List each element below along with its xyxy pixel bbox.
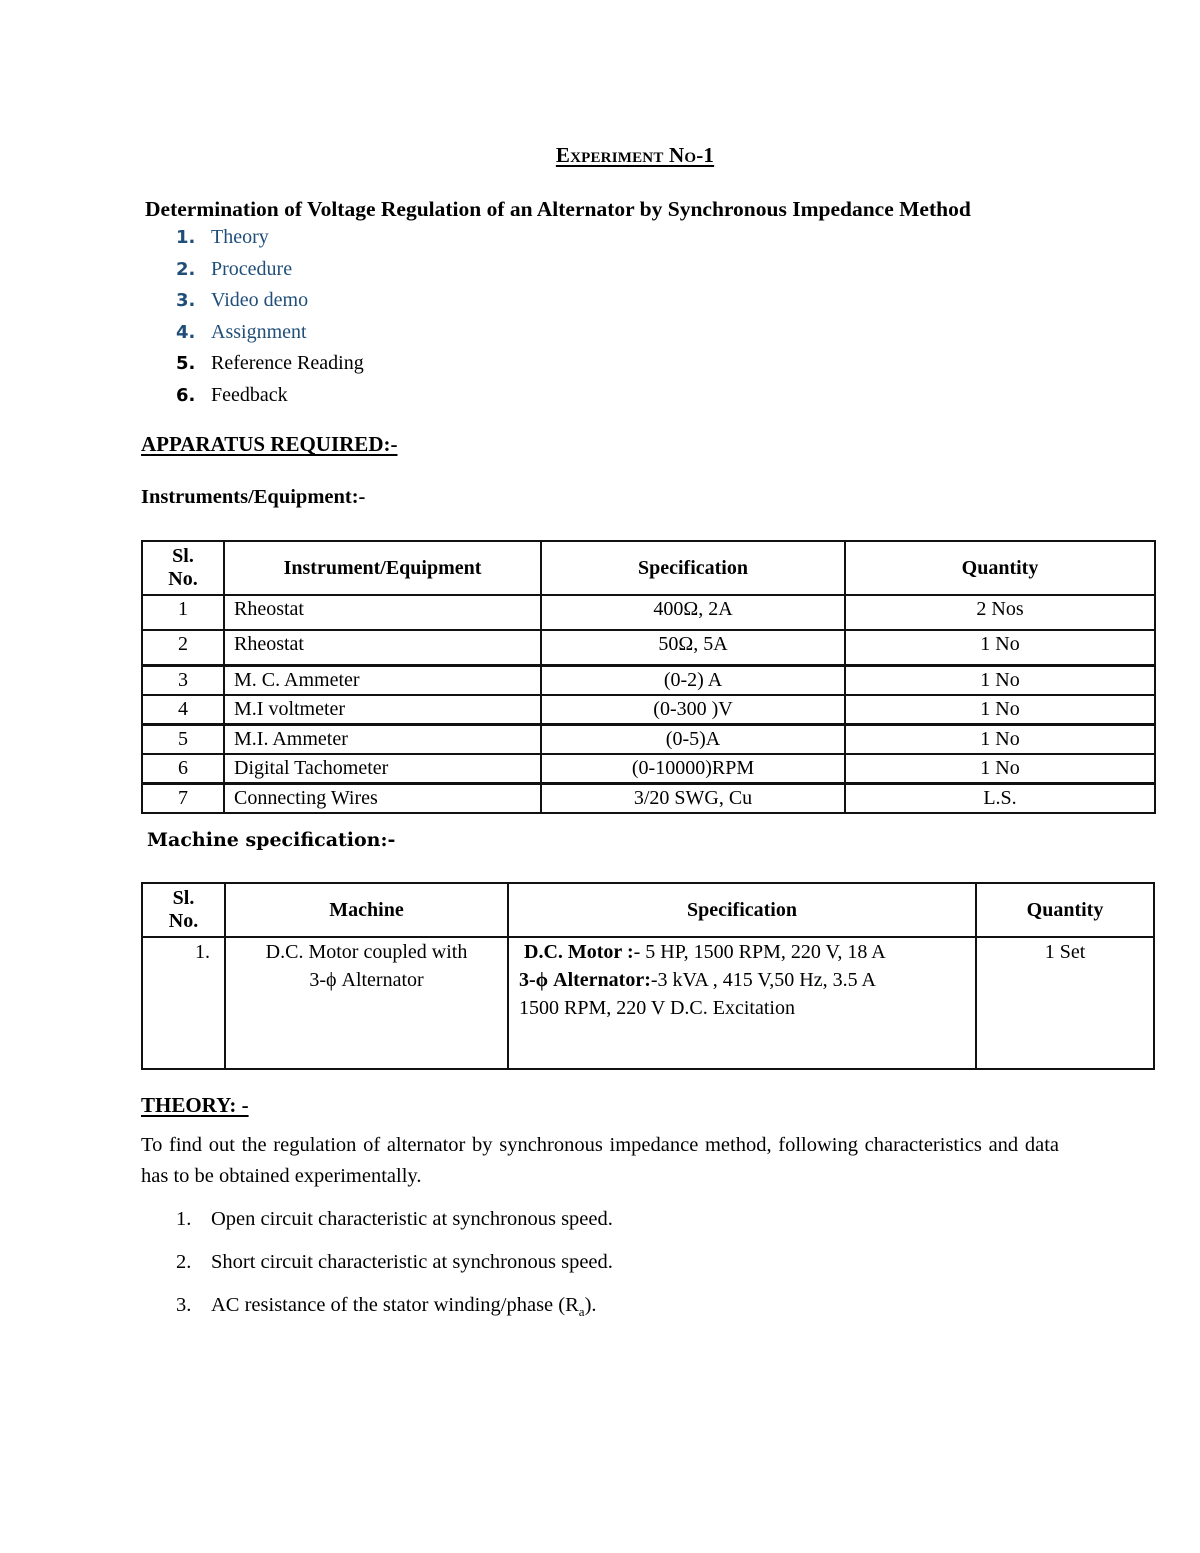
toc-item-theory[interactable]: 1. Theory — [176, 222, 364, 254]
toc-number: 3. — [176, 290, 196, 312]
header-quantity: Quantity — [975, 882, 1155, 938]
toc-number: 2. — [176, 258, 196, 280]
cell-quantity: 1 No — [844, 723, 1156, 755]
cell-instrument: Digital Tachometer — [223, 753, 542, 785]
instruments-table: Sl. No. Instrument/Equipment Specificati… — [141, 540, 1156, 814]
toc-link-assignment[interactable]: Assignment — [211, 321, 307, 343]
theory-item-number: 3. — [176, 1294, 192, 1316]
header-quantity: Quantity — [844, 540, 1156, 596]
machine-spec-heading: Machine specification:- — [147, 829, 396, 851]
cell-specification: (0-5)A — [540, 723, 846, 755]
spec-excitation-line: 1500 RPM, 220 V D.C. Excitation — [519, 997, 795, 1019]
instruments-heading: Instruments/Equipment:- — [141, 486, 366, 508]
toc-item-reference-reading: 5. Reference Reading — [176, 348, 364, 380]
cell-instrument: M. C. Ammeter — [223, 664, 542, 696]
table-row: 4 M.I voltmeter (0-300 )V 1 No — [141, 694, 1156, 726]
cell-sl-no: 5 — [141, 723, 225, 755]
cell-sl-no: 1 — [141, 594, 225, 631]
theory-item-number: 1. — [176, 1208, 192, 1230]
header-sl-no: Sl. No. — [141, 540, 225, 596]
toc-item-feedback: 6. Feedback — [176, 380, 364, 412]
theory-heading: THEORY: - — [141, 1093, 249, 1117]
table-row: 2 Rheostat 50Ω, 5A 1 No — [141, 629, 1156, 667]
cell-sl-no: 7 — [141, 782, 225, 814]
toc-number: 4. — [176, 321, 196, 343]
cell-sl-no: 4 — [141, 694, 225, 726]
machine-line-2: 3-ϕ Alternator — [309, 969, 424, 991]
spec-alternator-label: 3-ϕ Alternator: — [519, 969, 651, 991]
spec-motor-value: - 5 HP, 1500 RPM, 220 V, 18 A — [633, 941, 886, 963]
cell-sl-no: 6 — [141, 753, 225, 785]
cell-instrument: Rheostat — [223, 629, 542, 667]
contents-list: 1. Theory 2. Procedure 3. Video demo 4. Assi… — [176, 222, 364, 412]
theory-item-text: Open circuit characteristic at synchrono… — [211, 1208, 613, 1230]
theory-paragraph: To find out the regulation of alternator… — [141, 1134, 1059, 1187]
apparatus-heading: APPARATUS REQUIRED:- — [141, 432, 398, 456]
machine-line-1: D.C. Motor coupled with — [265, 941, 468, 963]
cell-quantity: 1 No — [844, 694, 1156, 726]
cell-instrument: M.I voltmeter — [223, 694, 542, 726]
cell-quantity: 1 No — [844, 664, 1156, 696]
table-row: 6 Digital Tachometer (0-10000)RPM 1 No — [141, 753, 1156, 785]
cell-specification: (0-2) A — [540, 664, 846, 696]
toc-link-procedure[interactable]: Procedure — [211, 258, 292, 280]
cell-specification: 50Ω, 5A — [540, 629, 846, 667]
cell-machine: D.C. Motor coupled with 3-ϕ Alternator — [224, 936, 509, 1070]
toc-label-reference-reading: Reference Reading — [211, 352, 364, 375]
theory-item-text: Short circuit characteristic at synchron… — [211, 1251, 613, 1273]
theory-item-text: AC resistance of the stator winding/phas… — [211, 1294, 579, 1316]
spec-alternator-line: 3-ϕ Alternator:-3 kVA , 415 V,50 Hz, 3.5… — [519, 966, 975, 994]
cell-specification: 400Ω, 2A — [540, 594, 846, 631]
cell-quantity: 2 Nos — [844, 594, 1156, 631]
cell-specification: D.C. Motor :- 5 HP, 1500 RPM, 220 V, 18 … — [507, 936, 977, 1070]
toc-number: 5. — [176, 353, 196, 375]
header-instrument: Instrument/Equipment — [223, 540, 542, 596]
header-specification: Specification — [540, 540, 846, 596]
toc-number: 1. — [176, 227, 196, 248]
cell-quantity: 1 Set — [975, 936, 1155, 1070]
spec-motor-label: D.C. Motor : — [524, 941, 634, 963]
theory-item: 3. AC resistance of the stator winding/ph… — [176, 1289, 613, 1332]
table-header-row: Sl. No. Machine Specification Quantity — [141, 882, 1155, 938]
theory-item-text-end: ). — [584, 1294, 597, 1316]
table-header-row: Sl. No. Instrument/Equipment Specificati… — [141, 540, 1156, 596]
table-row: 5 M.I. Ammeter (0-5)A 1 No — [141, 723, 1156, 755]
toc-item-procedure[interactable]: 2. Procedure — [176, 254, 364, 286]
table-row: 7 Connecting Wires 3/20 SWG, Cu L.S. — [141, 782, 1156, 814]
cell-specification: 3/20 SWG, Cu — [540, 782, 846, 814]
toc-link-video-demo[interactable]: Video demo — [211, 289, 308, 311]
cell-quantity: 1 No — [844, 753, 1156, 785]
header-machine: Machine — [224, 882, 509, 938]
table-row: 1 Rheostat 400Ω, 2A 2 Nos — [141, 594, 1156, 631]
experiment-title: Experiment No-1 — [555, 143, 715, 167]
toc-link-theory[interactable]: Theory — [211, 226, 269, 248]
cell-specification: (0-300 )V — [540, 694, 846, 726]
cell-sl-no: 2 — [141, 629, 225, 667]
header-specification: Specification — [507, 882, 977, 938]
table-row: 3 M. C. Ammeter (0-2) A1 No — [141, 664, 1156, 696]
toc-item-video-demo[interactable]: 3. Video demo — [176, 285, 364, 317]
cell-sl-no: 3 — [141, 664, 225, 696]
table-row: 1. D.C. Motor coupled with 3-ϕ Alternato… — [141, 936, 1155, 1070]
cell-instrument: M.I. Ammeter — [223, 723, 542, 755]
cell-quantity: L.S. — [844, 782, 1156, 814]
spec-alternator-value: -3 kVA , 415 V,50 Hz, 3.5 A — [650, 969, 876, 991]
cell-instrument: Connecting Wires — [223, 782, 542, 814]
theory-item: 1. Open circuit characteristic at synchro… — [176, 1203, 613, 1246]
spec-motor-line: D.C. Motor :- 5 HP, 1500 RPM, 220 V, 18 … — [519, 938, 975, 966]
machine-table: Sl. No. Machine Specification Quantity 1… — [141, 882, 1155, 1070]
header-sl-no: Sl. No. — [141, 882, 226, 938]
cell-sl-no: 1. — [141, 936, 226, 1070]
cell-specification: (0-10000)RPM — [540, 753, 846, 785]
theory-item: 2. Short circuit characteristic at synchr… — [176, 1246, 613, 1289]
theory-item-number: 2. — [176, 1251, 192, 1273]
toc-number: 6. — [176, 384, 196, 406]
theory-list: 1. Open circuit characteristic at synchro… — [176, 1203, 613, 1332]
toc-label-feedback: Feedback — [211, 383, 288, 406]
experiment-subtitle: Determination of Voltage Regulation of a… — [145, 197, 971, 221]
cell-quantity: 1 No — [844, 629, 1156, 667]
toc-item-assignment[interactable]: 4. Assignment — [176, 317, 364, 349]
cell-instrument: Rheostat — [223, 594, 542, 631]
